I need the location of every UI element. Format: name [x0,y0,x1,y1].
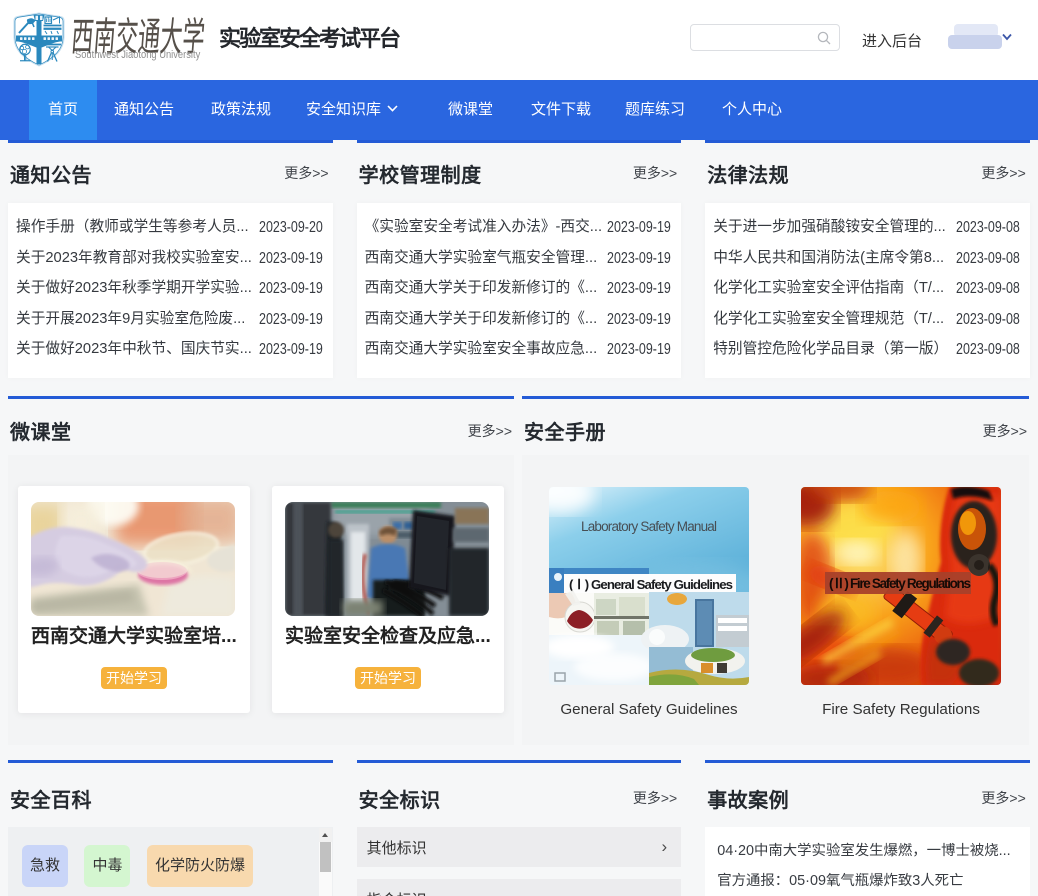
svg-text:(Ⅱ) Fire Safety Regulations: (Ⅱ) Fire Safety Regulations [829,576,971,591]
svg-text:Laboratory Safety Manual: Laboratory Safety Manual [581,519,717,534]
svg-text:(Ⅰ) General Safety Guidelines: (Ⅰ) General Safety Guidelines [569,577,733,592]
